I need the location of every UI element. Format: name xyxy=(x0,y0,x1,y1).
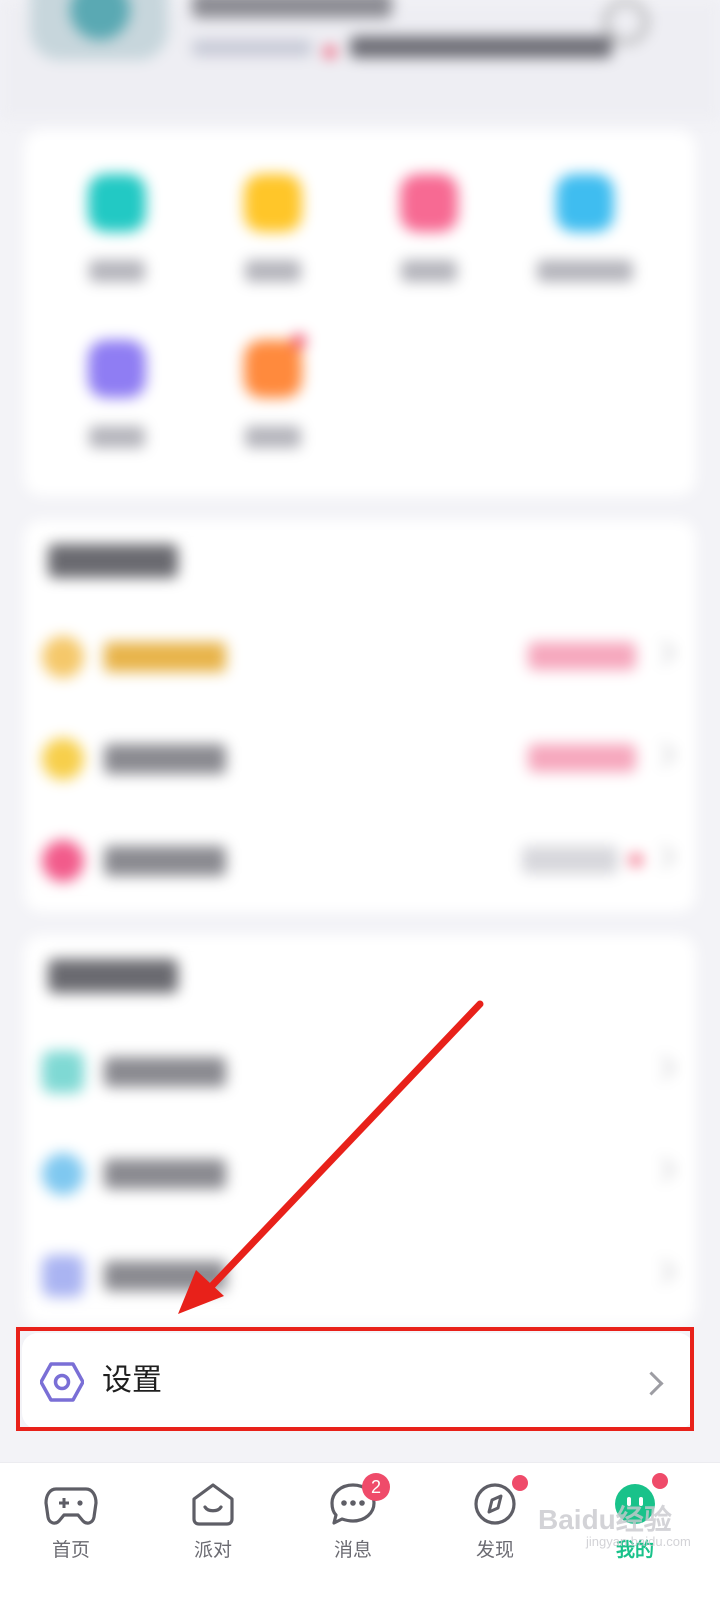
tab-party[interactable]: 派对 xyxy=(158,1481,268,1562)
chevron-right-icon xyxy=(651,844,676,869)
me-dot xyxy=(652,1473,668,1489)
tab-me[interactable]: 我的 xyxy=(580,1481,690,1562)
tab-discover[interactable]: 发现 xyxy=(440,1481,550,1562)
item-badge-placeholder xyxy=(528,642,636,670)
grid-item-6[interactable] xyxy=(218,340,328,448)
item-text-placeholder xyxy=(104,1159,226,1189)
settings-label: 设置 xyxy=(102,1363,162,1398)
list-item[interactable] xyxy=(24,1143,696,1203)
coin-icon xyxy=(42,738,84,780)
profile-icon xyxy=(615,1484,655,1524)
header-action-icon[interactable] xyxy=(604,0,648,44)
tab-home[interactable]: 首页 xyxy=(16,1481,126,1562)
item-hint-placeholder xyxy=(522,846,618,874)
grid-icon xyxy=(42,1051,84,1093)
orange-gift-icon xyxy=(244,340,302,398)
settings-row[interactable]: 设置 xyxy=(22,1333,694,1429)
chevron-right-icon xyxy=(639,1371,664,1396)
grid-item-2[interactable] xyxy=(218,174,328,282)
list-item[interactable] xyxy=(24,728,696,788)
chevron-right-icon xyxy=(651,640,676,665)
grid-item-3[interactable] xyxy=(374,174,484,282)
grid-item-5[interactable] xyxy=(62,340,172,448)
message-count-badge: 2 xyxy=(362,1473,390,1501)
item-text-placeholder xyxy=(104,1261,226,1291)
item-text-placeholder xyxy=(104,744,226,774)
help-icon xyxy=(42,1153,84,1195)
avatar[interactable] xyxy=(30,0,168,60)
crown-icon xyxy=(42,636,84,678)
chevron-right-icon xyxy=(651,1157,676,1182)
party-icon xyxy=(192,1483,234,1526)
grid-item-6-dot xyxy=(292,334,306,348)
teal-star-icon xyxy=(88,174,146,232)
grid-item-1[interactable] xyxy=(62,174,172,282)
grid-label-placeholder xyxy=(537,260,633,282)
tab-label: 发现 xyxy=(475,1539,514,1561)
tab-label: 派对 xyxy=(193,1539,232,1561)
more-functions-card xyxy=(24,935,696,1325)
item-text-placeholder xyxy=(104,642,226,672)
status-dot xyxy=(324,46,336,58)
settings-hexagon-icon xyxy=(40,1362,84,1402)
pink-bag-icon xyxy=(42,840,84,882)
user-info-placeholder xyxy=(350,36,612,58)
blue-chat-icon xyxy=(556,174,614,232)
grid-label-placeholder xyxy=(89,426,145,448)
function-grid-card xyxy=(24,130,696,496)
bottom-tab-bar: 首页 派对 消息 2 发现 我的 xyxy=(0,1462,720,1601)
list-item[interactable] xyxy=(24,830,696,890)
compass-icon xyxy=(474,1483,516,1525)
hot-services-card xyxy=(24,520,696,912)
grid-label-placeholder xyxy=(401,260,457,282)
grid-label-placeholder xyxy=(89,260,145,282)
list-item[interactable] xyxy=(24,1245,696,1305)
tab-label: 我的 xyxy=(615,1539,654,1561)
item-text-placeholder xyxy=(104,1057,226,1087)
document-icon xyxy=(42,1255,84,1297)
section-title-placeholder xyxy=(48,959,178,993)
tab-label: 消息 xyxy=(333,1539,372,1561)
status-dot xyxy=(630,854,642,866)
list-item[interactable] xyxy=(24,1041,696,1101)
grid-label-placeholder xyxy=(245,260,301,282)
grid-item-4[interactable] xyxy=(530,174,640,282)
user-subtitle-placeholder xyxy=(192,40,312,56)
discover-dot xyxy=(512,1475,528,1491)
purple-bag-icon xyxy=(88,340,146,398)
chevron-right-icon xyxy=(651,742,676,767)
tab-label: 首页 xyxy=(51,1539,90,1561)
gamepad-icon xyxy=(44,1487,98,1525)
list-item[interactable] xyxy=(24,626,696,686)
chevron-right-icon xyxy=(651,1055,676,1080)
pink-bag-icon xyxy=(400,174,458,232)
tab-messages[interactable]: 消息 xyxy=(298,1481,408,1562)
section-title-placeholder xyxy=(48,544,178,578)
profile-header xyxy=(0,0,720,120)
item-text-placeholder xyxy=(104,846,226,876)
item-badge-placeholder xyxy=(528,744,636,772)
grid-label-placeholder xyxy=(245,426,301,448)
username-placeholder xyxy=(192,0,392,18)
chevron-right-icon xyxy=(651,1259,676,1284)
yellow-bulb-icon xyxy=(244,174,302,232)
